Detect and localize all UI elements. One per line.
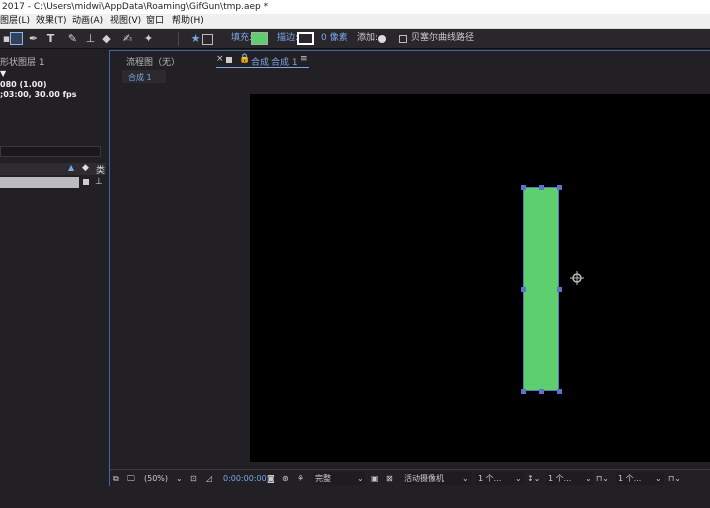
always-preview-icon[interactable]: ⧉	[113, 472, 119, 485]
comp-dimensions-info: 080 (1.00)	[0, 80, 47, 89]
chevron-down-icon: ⌄	[462, 474, 469, 483]
chevron-down-icon: ⌄	[515, 474, 522, 483]
region-of-interest-icon[interactable]: ▣	[371, 472, 379, 485]
eraser-tool-icon[interactable]: ◆	[100, 32, 113, 45]
bezier-path-checkbox[interactable]	[399, 35, 407, 43]
window-title: 2017 - C:\Users\midwi\AppData\Roaming\Gi…	[2, 2, 269, 12]
stroke-width-value[interactable]: 0 像素	[321, 31, 348, 46]
shape-handle[interactable]	[521, 185, 526, 190]
snapshot-camera-icon[interactable]: ◙	[267, 472, 275, 485]
flowchart-tab[interactable]: 流程图（无）	[126, 55, 180, 68]
composition-icon: ⊥	[95, 177, 103, 187]
composition-viewer[interactable]	[250, 94, 710, 462]
monitor-icon[interactable]: 🖵	[127, 472, 135, 485]
fill-label: 填充:	[231, 33, 253, 43]
comp-tab-icon	[226, 57, 232, 63]
shape-handle[interactable]	[557, 185, 562, 190]
project-search-input[interactable]	[0, 146, 101, 157]
mask-visibility-icon[interactable]: ◿	[206, 472, 212, 485]
view-layout-value: 1 个...	[478, 474, 502, 483]
close-tab-icon[interactable]: ×	[216, 54, 224, 64]
menu-effect[interactable]: 效果(T)	[36, 14, 67, 29]
fast-preview-icon[interactable]: ⊓⌄	[596, 472, 609, 485]
chevron-down-icon: ⌄	[655, 474, 662, 483]
color-channel-icon[interactable]: ⚘	[297, 472, 304, 485]
stroke-label: 描边:	[277, 33, 299, 43]
camera-value: 活动摄像机	[404, 474, 444, 483]
puppet-pin-tool-icon[interactable]: ✦	[142, 32, 155, 45]
add-label: 添加:	[357, 33, 379, 43]
menu-layer[interactable]: 图层(L)	[0, 14, 30, 29]
mask-toggle-icon[interactable]	[202, 34, 213, 45]
breadcrumb-comp-name[interactable]: 合成 1	[128, 72, 152, 83]
resolution-value: 完整	[315, 474, 331, 483]
label-color-icon	[83, 179, 89, 185]
add-dropdown-icon[interactable]	[378, 35, 386, 43]
sort-up-icon[interactable]: ▲	[68, 163, 74, 172]
brush-tool-icon[interactable]: ✎	[66, 32, 79, 45]
anchor-point-icon[interactable]	[570, 271, 584, 285]
camera-dropdown[interactable]: 活动摄像机 ⌄	[402, 472, 472, 485]
menu-help[interactable]: 帮助(H)	[172, 14, 204, 29]
view-count-dropdown[interactable]: 1 个... ⌄	[546, 472, 594, 485]
tools-toolbar: ▪ ✒ T ✎ ⊥ ◆ ✍ ✦ ★ 填充: 描边: 0 像素 添加: 贝塞尔曲线…	[0, 29, 710, 49]
shape-handle[interactable]	[539, 185, 544, 190]
clone-stamp-tool-icon[interactable]: ⊥	[84, 32, 97, 45]
panel-menu-icon[interactable]: ≡	[300, 54, 308, 64]
view-layout-dropdown[interactable]: 1 个... ⌄	[476, 472, 524, 485]
project-panel: 形状图层 1 ▼ 080 (1.00) ;03:00, 30.00 fps ▲ …	[0, 50, 106, 486]
selected-layer-title: 形状图层 1	[0, 58, 45, 68]
menu-animation[interactable]: 动画(A)	[72, 14, 103, 29]
view-count-value: 1 个...	[548, 474, 572, 483]
transparency-grid-icon[interactable]: ⊠	[386, 472, 393, 485]
safe-margins-icon[interactable]: ⊡	[190, 472, 197, 485]
shape-handle[interactable]	[521, 389, 526, 394]
menu-bar: 图层(L) 效果(T) 动画(A) 视图(V) 窗口 帮助(H)	[0, 14, 710, 29]
views-dropdown[interactable]: 1 个... ⌄	[616, 472, 664, 485]
comp-breadcrumb[interactable]: 合成 1	[122, 70, 166, 83]
chevron-down-icon: ⌄	[357, 474, 364, 483]
project-list-item[interactable]	[0, 177, 79, 188]
menu-view[interactable]: 视图(V)	[110, 14, 141, 29]
shape-handle[interactable]	[557, 389, 562, 394]
roto-brush-tool-icon[interactable]: ✍	[121, 32, 134, 45]
project-list-header: ▲ ◆ 类	[0, 163, 106, 176]
rectangle-tool-icon[interactable]	[10, 32, 23, 45]
resolution-dropdown[interactable]: 完整 ⌄	[313, 472, 365, 485]
stroke-color-swatch[interactable]	[297, 32, 314, 45]
pen-tool-icon[interactable]: ✒	[27, 32, 40, 45]
menu-window[interactable]: 窗口	[146, 14, 164, 29]
active-tab-underline	[216, 67, 309, 68]
comp-duration-info: ;03:00, 30.00 fps	[0, 90, 77, 99]
reset-exposure-icon[interactable]: ⊓⌄	[668, 472, 681, 485]
toggle-pixel-aspect-icon[interactable]: ↕⌄	[527, 472, 540, 485]
lock-icon[interactable]: 🔒	[239, 54, 250, 64]
green-rectangle-shape[interactable]	[523, 187, 559, 391]
dropdown-arrow-icon[interactable]: ▼	[0, 69, 6, 78]
toolbar-divider	[178, 32, 179, 46]
shape-handle[interactable]	[539, 389, 544, 394]
show-snapshot-icon[interactable]: ⊛	[282, 472, 289, 485]
chevron-down-icon[interactable]: ⌄	[176, 472, 183, 485]
fill-color-swatch[interactable]	[251, 32, 268, 45]
type-column-header[interactable]: 类	[96, 163, 105, 176]
viewer-bottom-bar: ⧉ 🖵 (50%) ⌄ ⊡ ◿ 0:00:00:00 ◙ ⊛ ⚘ 完整 ⌄ ▣ …	[110, 469, 710, 486]
star-toggle-icon[interactable]: ★	[189, 32, 202, 45]
timecode-display[interactable]: 0:00:00:00	[223, 472, 267, 485]
type-tool-icon[interactable]: T	[44, 32, 57, 45]
window-title-bar: 2017 - C:\Users\midwi\AppData\Roaming\Gi…	[0, 0, 710, 14]
zoom-dropdown[interactable]: (50%)	[144, 472, 168, 485]
label-tag-icon[interactable]: ◆	[82, 163, 89, 173]
bezier-path-label: 贝塞尔曲线路径	[411, 33, 475, 43]
chevron-down-icon: ⌄	[585, 474, 592, 483]
shape-handle[interactable]	[557, 287, 562, 292]
shape-handle[interactable]	[521, 287, 526, 292]
views-value: 1 个...	[618, 474, 642, 483]
